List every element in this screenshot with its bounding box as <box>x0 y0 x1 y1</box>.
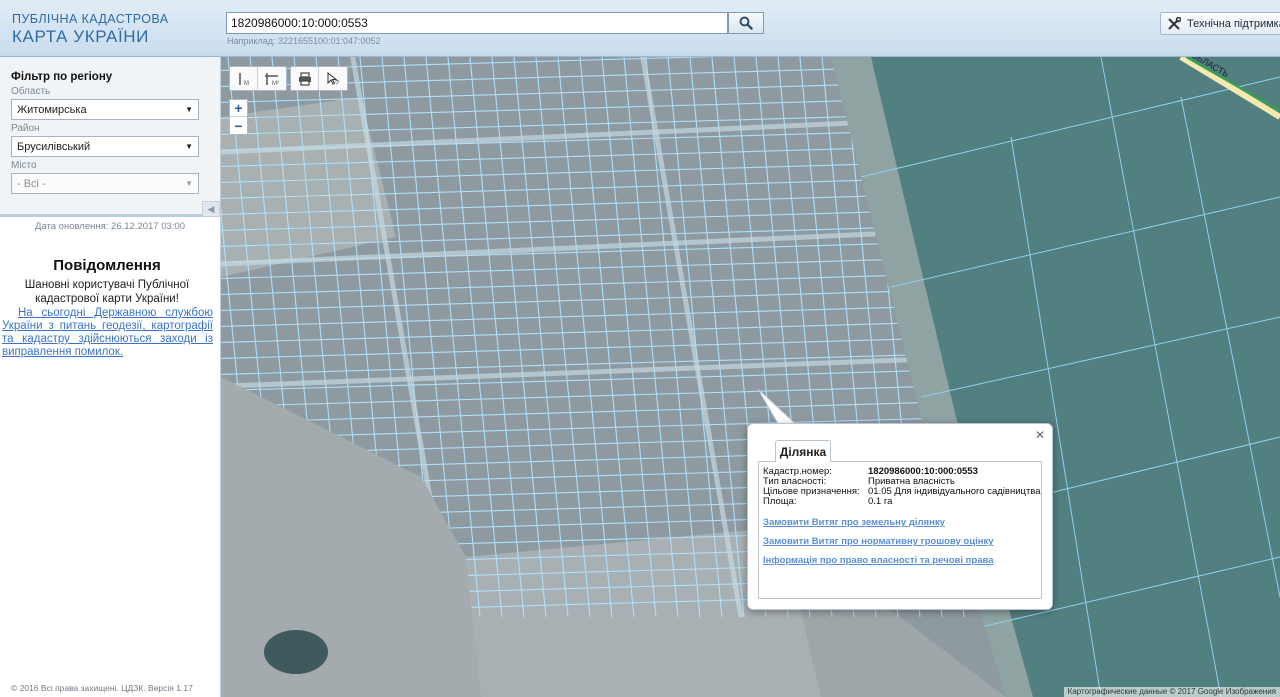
header: ПУБЛІЧНА КАДАСТРОВА КАРТА УКРАЇНИ Наприк… <box>0 0 1280 57</box>
footer-copyright: © 2016 Всі права захищені. ЦДЗК. Версія … <box>11 683 193 693</box>
identify-button[interactable]: ? <box>319 67 347 90</box>
collapse-sidebar-button[interactable]: ◀ <box>202 201 220 217</box>
dropdown-arrow-icon: ▼ <box>185 142 193 151</box>
oblast-label: Область <box>11 86 51 97</box>
measure-tools: M M² <box>229 66 287 91</box>
update-date: Дата оновлення: 26.12.2017 03:00 <box>34 221 186 232</box>
close-icon[interactable]: ✕ <box>1035 428 1045 442</box>
print-info-tools: ? <box>290 66 348 91</box>
search-button[interactable] <box>728 12 764 34</box>
chevron-left-icon: ◀ <box>207 203 215 214</box>
region-filter: Фільтр по регіону Область Житомирська ▼ … <box>0 57 220 217</box>
svg-text:?: ? <box>335 80 339 86</box>
logo[interactable]: ПУБЛІЧНА КАДАСТРОВА КАРТА УКРАЇНИ <box>12 13 168 45</box>
support-button[interactable]: Технічна підтримка <box>1160 12 1280 35</box>
filter-title: Фільтр по регіону <box>11 71 113 83</box>
dropdown-arrow-icon: ▼ <box>185 105 193 114</box>
popup-value: 01.05 Для індивідуального садівництва <box>868 486 1041 497</box>
zoom-out-button[interactable]: − <box>230 117 247 134</box>
notice-title: Повідомлення <box>53 257 161 274</box>
print-icon <box>298 71 311 86</box>
sidebar: Фільтр по регіону Область Житомирська ▼ … <box>0 57 221 697</box>
city-select[interactable]: - Всі - ▼ <box>11 173 199 194</box>
cursor-question-icon: ? <box>327 71 339 86</box>
popup-row-area: Площа: 0.1 га <box>763 497 892 507</box>
parcel-popup: ✕ Ділянка Кадастр.номер: 1820986000:10:00… <box>747 423 1053 610</box>
rayon-label: Район <box>11 123 40 134</box>
map-attribution: Картографические данные © 2017 Google Из… <box>1063 687 1280 697</box>
zoom-control: + − <box>229 99 248 135</box>
logo-line1: ПУБЛІЧНА КАДАСТРОВА <box>12 12 169 26</box>
map-toolbar: M M² ? <box>229 66 348 91</box>
ruler-icon: M <box>238 72 249 86</box>
popup-row-purpose: Цільове призначення: 01.05 Для індивідуал… <box>763 487 1041 497</box>
svg-text:M²: M² <box>272 81 279 86</box>
notice-link[interactable]: На сьогодні Державною службою України з … <box>2 307 213 359</box>
print-button[interactable] <box>291 67 319 90</box>
tools-icon <box>1168 16 1181 30</box>
tab-parcel[interactable]: Ділянка <box>775 440 831 462</box>
order-valuation-link[interactable]: Замовити Витяг про нормативну грошову оц… <box>763 536 994 547</box>
svg-text:M: M <box>244 81 249 86</box>
zoom-in-button[interactable]: + <box>230 100 247 117</box>
notice-text: Шановні користувачі Публічної кадастрово… <box>24 279 190 305</box>
popup-key: Площа: <box>763 496 797 507</box>
ownership-info-link[interactable]: Інформація про право власності та речові… <box>763 555 994 566</box>
rayon-select[interactable]: Брусилівський ▼ <box>11 136 199 157</box>
area-ruler-icon: M² <box>265 72 279 86</box>
oblast-value: Житомирська <box>17 103 87 116</box>
search-hint: Наприклад: 3221655100:01:047:0052 <box>227 36 381 46</box>
search-input[interactable] <box>226 12 728 34</box>
popup-content: Кадастр.номер: 1820986000:10:000:0553 Тип… <box>758 461 1042 599</box>
measure-distance-button[interactable]: M <box>230 67 258 90</box>
city-label: Місто <box>11 160 37 171</box>
popup-value: 0.1 га <box>868 496 893 507</box>
support-label: Технічна підтримка <box>1187 17 1280 30</box>
search-icon <box>739 16 753 30</box>
measure-area-button[interactable]: M² <box>258 67 286 90</box>
oblast-select[interactable]: Житомирська ▼ <box>11 99 199 120</box>
dropdown-arrow-icon: ▼ <box>185 179 193 188</box>
map-canvas[interactable]: ОБЛАСТЬ M M² ? + − ✕ Ділянка Кадастр.ном… <box>221 57 1280 697</box>
logo-line2: КАРТА УКРАЇНИ <box>12 26 149 46</box>
city-value: - Всі - <box>17 177 46 190</box>
order-extract-link[interactable]: Замовити Витяг про земельну ділянку <box>763 517 945 528</box>
rayon-value: Брусилівський <box>17 140 91 153</box>
